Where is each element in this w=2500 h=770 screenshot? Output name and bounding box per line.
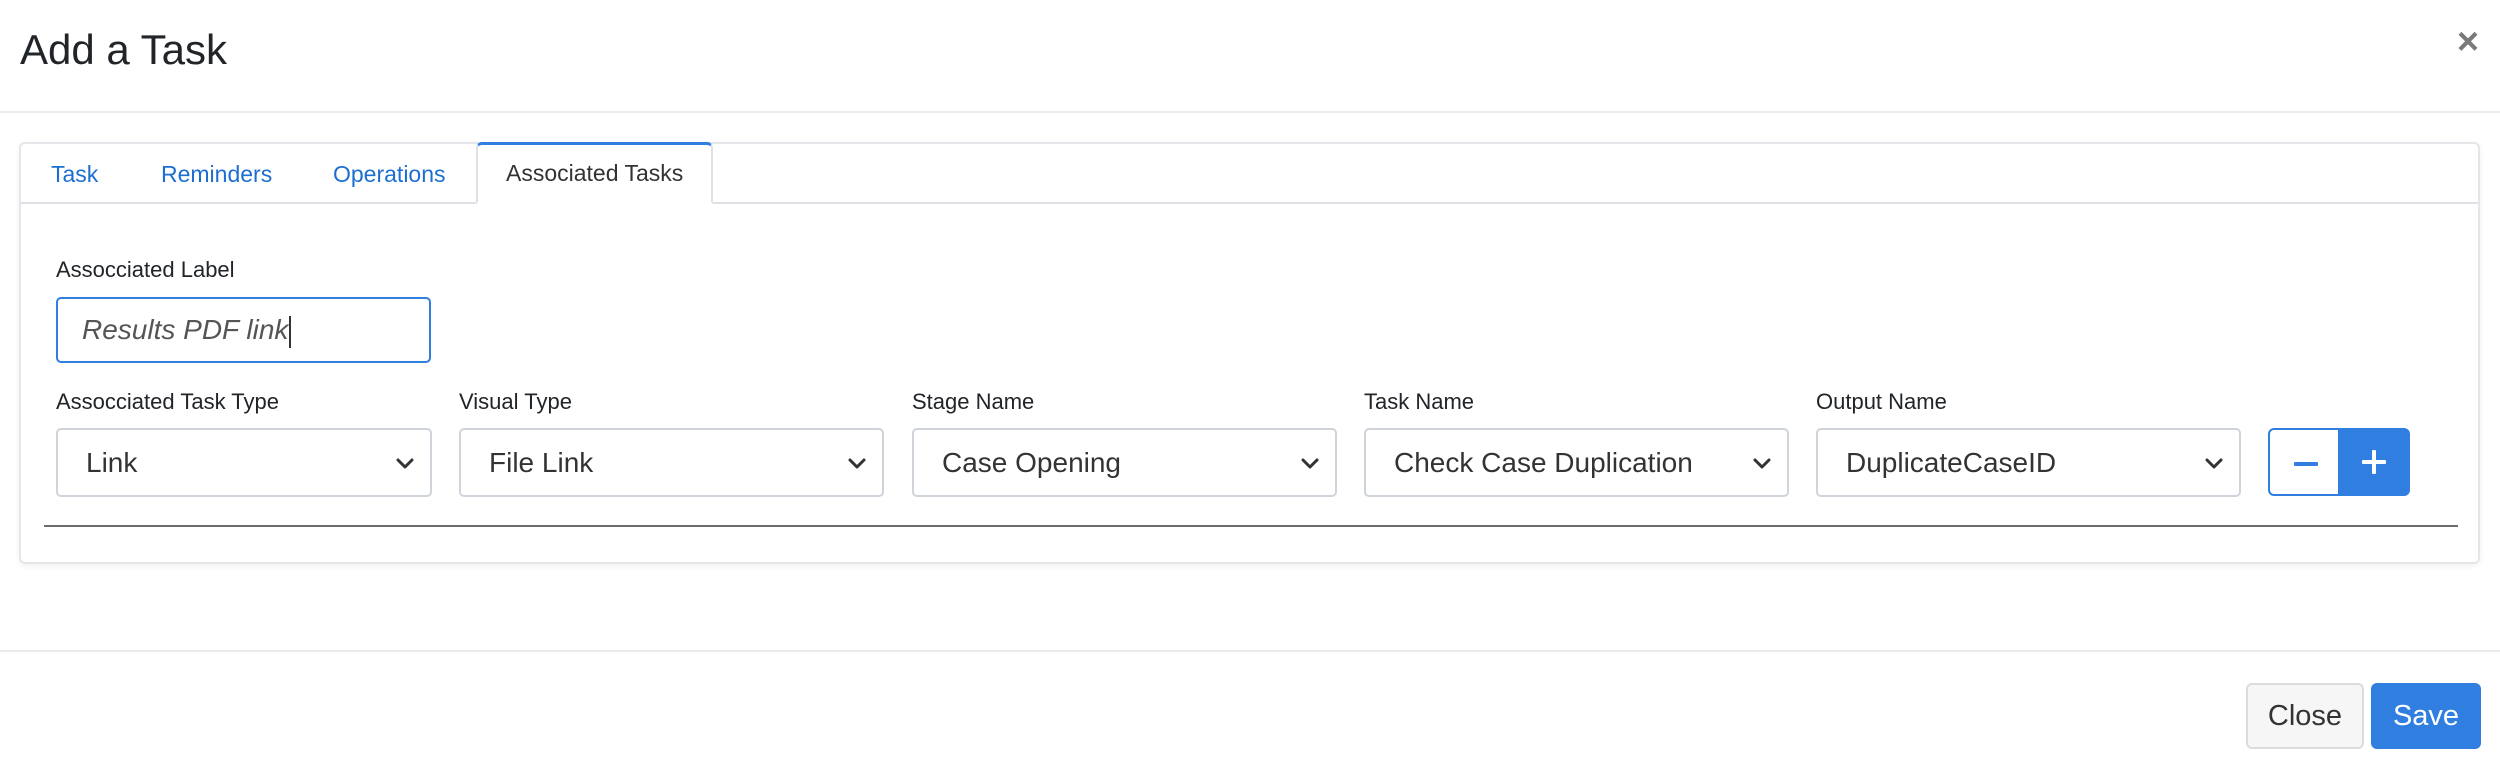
output-name-label: Output Name	[1816, 389, 1947, 414]
save-button[interactable]: Save	[2371, 683, 2481, 749]
remove-row-button[interactable]	[2268, 428, 2340, 496]
associated-label-title: Assocciated Label	[56, 257, 235, 282]
chevron-down-icon	[848, 458, 866, 469]
task-type-select[interactable]: Link	[56, 428, 432, 497]
task-name-label: Task Name	[1364, 389, 1475, 414]
tab-bar: Task Reminders Operations Associated Tas…	[21, 142, 2478, 204]
stage-name-select[interactable]: Case Opening	[912, 428, 1337, 497]
stage-name-label: Stage Name	[912, 389, 1035, 414]
modal-title: Add a Task	[20, 26, 228, 73]
chevron-down-icon	[2205, 458, 2223, 469]
plus-icon	[2362, 450, 2386, 474]
visual-type-label: Visual Type	[459, 389, 572, 414]
task-name-select[interactable]: Check Case Duplication	[1364, 428, 1789, 497]
add-row-button[interactable]	[2338, 428, 2410, 496]
chevron-down-icon	[1753, 458, 1771, 469]
close-button[interactable]: Close	[2246, 683, 2364, 749]
output-name-value: DuplicateCaseID	[1846, 447, 2057, 478]
task-name-value: Check Case Duplication	[1394, 447, 1693, 478]
stage-name-value: Case Opening	[942, 447, 1122, 478]
modal-header: Add a Task ×	[0, 0, 2500, 113]
tab-reminders[interactable]: Reminders	[161, 144, 272, 204]
task-type-value: Link	[86, 447, 138, 478]
task-type-label: Assocciated Task Type	[56, 389, 279, 414]
associated-label-value: Results PDF link	[82, 314, 289, 345]
close-icon[interactable]: ×	[2452, 22, 2484, 62]
visual-type-value: File Link	[489, 447, 594, 478]
text-caret	[289, 315, 292, 348]
chevron-down-icon	[396, 458, 414, 469]
tab-operations[interactable]: Operations	[333, 144, 446, 204]
visual-type-select[interactable]: File Link	[459, 428, 884, 497]
row-divider	[44, 525, 2458, 527]
output-name-select[interactable]: DuplicateCaseID	[1816, 428, 2241, 497]
minus-icon	[2294, 462, 2318, 466]
associated-label-input[interactable]: Results PDF link	[56, 297, 431, 363]
tab-associated-tasks[interactable]: Associated Tasks	[476, 142, 714, 204]
chevron-down-icon	[1301, 458, 1319, 469]
tab-task[interactable]: Task	[51, 144, 98, 204]
footer-divider	[0, 650, 2500, 652]
